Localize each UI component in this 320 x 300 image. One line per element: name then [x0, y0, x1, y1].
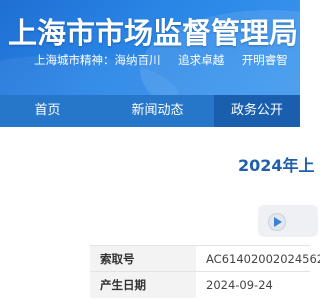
slogan-part-2: 追求卓越	[178, 53, 225, 67]
site-header: 上海市市场监督管理局 上海城市精神：海纳百川 追求卓越 开明睿智	[0, 0, 300, 95]
slogan-part-1: 上海城市精神：海纳百川	[34, 53, 161, 67]
slogan-part-3: 开明睿智	[241, 53, 288, 67]
nav-item-government-affairs[interactable]: 政务公开	[214, 95, 300, 127]
page-title: 2024年上	[238, 156, 315, 175]
info-row-index-number: 索取号 AC61402002024562	[90, 245, 320, 272]
play-icon[interactable]	[268, 213, 286, 231]
city-slogan: 上海城市精神：海纳百川 追求卓越 开明睿智	[34, 52, 300, 68]
nav-item-news[interactable]: 新闻动态	[110, 95, 205, 127]
main-nav: 首页 新闻动态 政务公开	[0, 95, 300, 127]
index-number-value: AC61402002024562	[206, 252, 320, 266]
info-row-date: 产生日期 2024-09-24	[90, 271, 310, 298]
date-label: 产生日期	[90, 272, 196, 298]
site-title[interactable]: 上海市市场监督管理局	[8, 10, 298, 52]
audio-toolbar	[258, 205, 318, 237]
index-number-label: 索取号	[90, 246, 196, 272]
date-value: 2024-09-24	[206, 278, 273, 292]
nav-item-home[interactable]: 首页	[0, 95, 95, 127]
